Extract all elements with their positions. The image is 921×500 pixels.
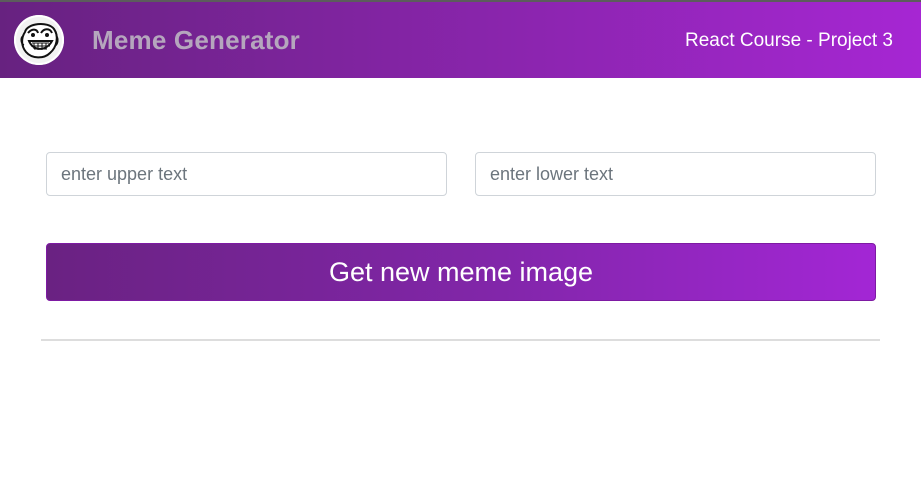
upper-text-input[interactable]: [46, 152, 447, 196]
app-header: Meme Generator React Course - Project 3: [0, 2, 921, 78]
meme-form: Get new meme image: [46, 152, 876, 301]
get-new-meme-image-label: Get new meme image: [328, 256, 594, 287]
lower-text-input[interactable]: [475, 152, 876, 196]
page-title: Meme Generator: [92, 25, 300, 55]
get-new-meme-image-button[interactable]: Get new meme image: [46, 243, 876, 301]
section-divider: [41, 339, 880, 341]
header-subtitle: React Course - Project 3: [684, 29, 893, 51]
troll-face-icon: [14, 15, 64, 65]
meme-text-inputs: [46, 152, 876, 196]
